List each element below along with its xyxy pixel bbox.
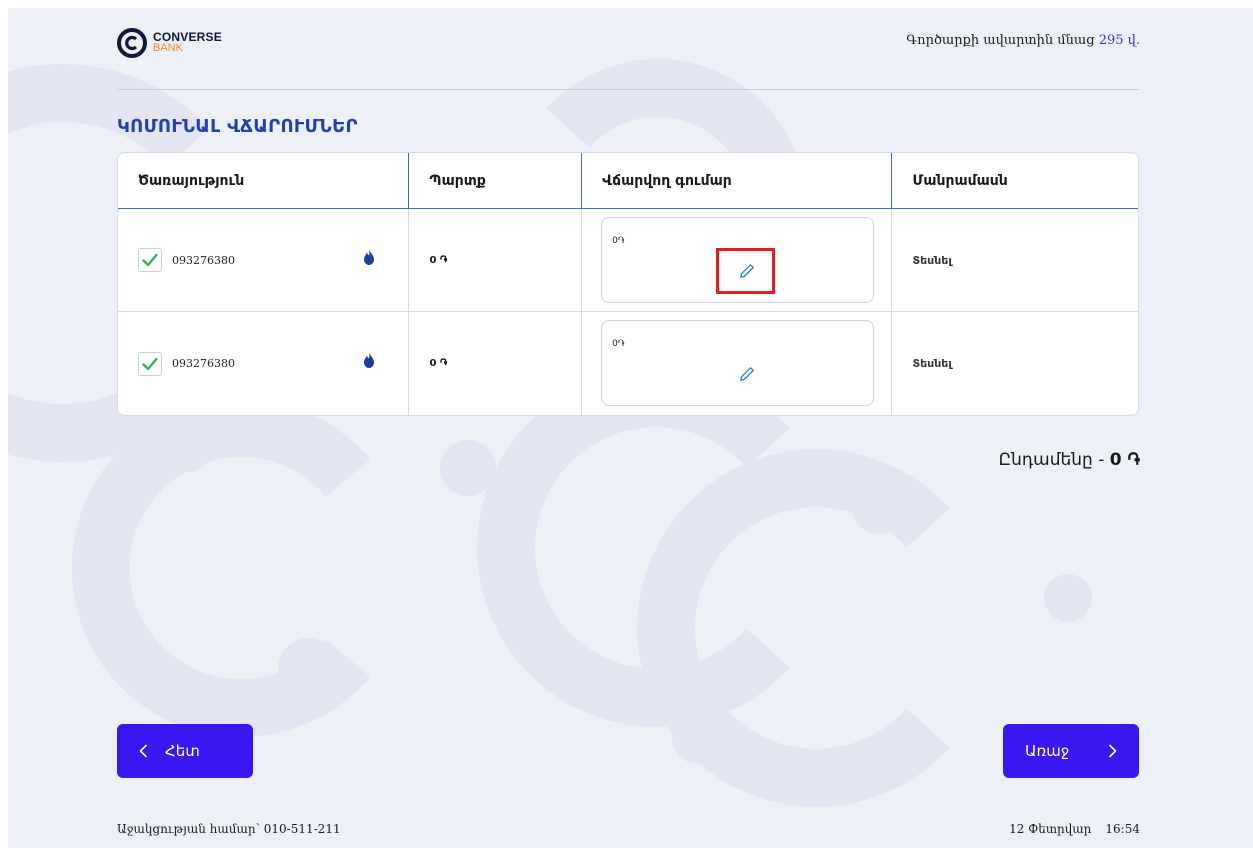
table-header: Ծառայություն Պարտք Վճարվող գումար Մանրամ… <box>118 153 1138 209</box>
service-cell: 093276380 <box>118 312 408 415</box>
converse-bank-logo: CONVERSE BANK <box>117 28 222 58</box>
session-timer: Գործարքի ավարտին մնաց 295 վ. <box>906 33 1140 48</box>
current-time: 16:54 <box>1105 822 1140 836</box>
amount-value: 0֏ <box>612 236 625 246</box>
column-header-debt: Պարտք <box>408 153 581 208</box>
service-number: 093276380 <box>172 357 235 370</box>
table-row: 093276380 0 ֏ 0֏ Տեսնել <box>118 312 1138 415</box>
timer-label: Գործարքի ավարտին մնաց <box>906 33 1095 48</box>
date-time: 12 Փետրվար 16:54 <box>1009 822 1140 836</box>
next-button[interactable]: Առաջ <box>1003 724 1139 778</box>
checkmark-icon <box>142 357 158 370</box>
converse-logo-icon <box>117 28 147 58</box>
row-checkbox[interactable] <box>138 248 162 272</box>
service-cell: 093276380 <box>118 209 408 311</box>
back-button[interactable]: Հետ <box>117 724 253 778</box>
details-link[interactable]: Տեսնել <box>891 312 1138 415</box>
payments-table: Ծառայություն Պարտք Վճարվող գումար Մանրամ… <box>117 152 1139 416</box>
row-checkbox[interactable] <box>138 351 162 376</box>
gas-flame-icon <box>364 352 374 368</box>
debt-value: 0 ֏ <box>408 209 581 311</box>
gas-flame-icon <box>364 249 374 265</box>
total-value: 0 ֏ <box>1109 450 1140 470</box>
logo-text-bank: BANK <box>153 42 183 54</box>
next-button-label: Առաջ <box>1025 742 1070 760</box>
amount-input[interactable]: 0֏ <box>601 320 875 406</box>
chevron-left-icon <box>139 744 147 758</box>
total-label: Ընդամենը - <box>998 450 1105 470</box>
support-phone: 010-511-211 <box>263 822 341 836</box>
service-number: 093276380 <box>172 253 235 267</box>
column-header-amount: Վճարվող գումար <box>581 153 891 208</box>
amount-cell: 0֏ <box>581 312 891 415</box>
details-link[interactable]: Տեսնել <box>891 209 1138 311</box>
highlight-box <box>716 248 776 294</box>
support-info: Աջակցության համար՝ 010-511-211 <box>117 822 341 836</box>
column-header-details: Մանրամասն <box>891 153 1138 208</box>
current-date: 12 Փետրվար <box>1009 822 1092 836</box>
edit-pencil-icon[interactable] <box>739 366 755 382</box>
amount-input[interactable]: 0֏ <box>601 217 875 303</box>
column-header-service: Ծառայություն <box>138 172 245 189</box>
amount-value: 0֏ <box>612 339 625 349</box>
page-background: CONVERSE BANK Գործարքի ավարտին մնաց 295 … <box>8 8 1253 848</box>
page-title: ԿՈՄՈՒՆԱԼ ՎՃԱՐՈՒՄՆԵՐ <box>117 116 358 137</box>
header-divider <box>117 89 1139 90</box>
chevron-right-icon <box>1109 744 1117 758</box>
amount-cell: 0֏ <box>581 209 891 311</box>
back-button-label: Հետ <box>165 742 200 760</box>
checkmark-icon <box>142 253 158 267</box>
table-row: 093276380 0 ֏ 0֏ Տեսնել <box>118 209 1138 312</box>
debt-value: 0 ֏ <box>408 312 581 415</box>
total-summary: Ընդամենը - 0 ֏ <box>999 450 1140 470</box>
timer-value: 295 վ. <box>1098 33 1140 48</box>
support-label: Աջակցության համար՝ <box>117 822 260 836</box>
